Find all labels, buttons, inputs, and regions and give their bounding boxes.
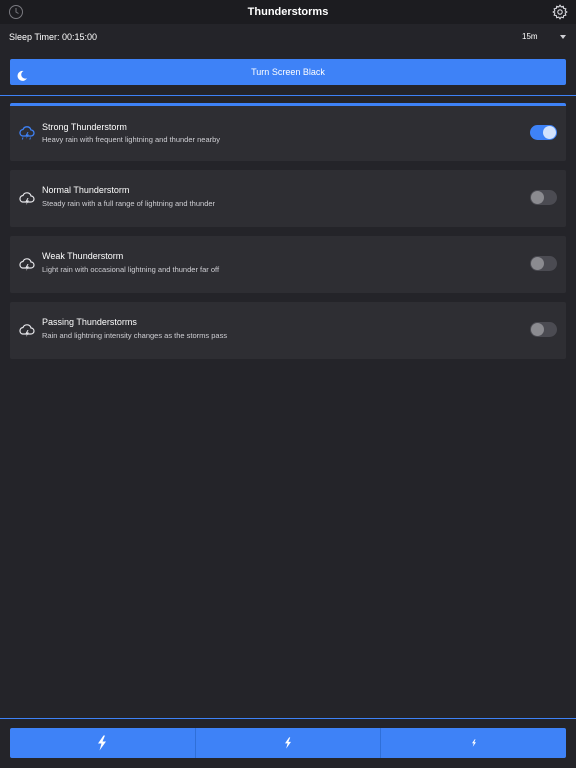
lightning-small-icon (471, 739, 476, 747)
sound-description: Rain and lightning intensity changes as … (42, 331, 228, 340)
lightning-large-icon (98, 735, 107, 751)
turn-screen-black-label: Turn Screen Black (251, 67, 325, 77)
app-window: Thunderstorms Sleep Timer: 00:15:00 15m … (0, 0, 576, 768)
list-item[interactable]: Strong Thunderstorm Heavy rain with freq… (10, 103, 566, 161)
sleep-timer-value: 15m (522, 32, 538, 41)
sleep-timer-row: Sleep Timer: 00:15:00 15m (0, 24, 576, 50)
divider (0, 95, 576, 96)
gear-icon[interactable] (552, 4, 568, 20)
storm-cloud-icon (18, 256, 36, 274)
lightning-medium-icon (285, 737, 291, 749)
intensity-bar (10, 728, 566, 758)
sound-list: Strong Thunderstorm Heavy rain with freq… (10, 103, 566, 368)
list-item[interactable]: Passing Thunderstorms Rain and lightning… (10, 302, 566, 359)
toggle-knob (531, 323, 544, 336)
toggle-knob (543, 126, 556, 139)
storm-cloud-icon (18, 190, 36, 208)
chevron-down-icon (560, 35, 566, 39)
intensity-medium-button[interactable] (194, 728, 381, 758)
sleep-timer-dropdown[interactable]: 15m (520, 29, 568, 45)
list-item[interactable]: Weak Thunderstorm Light rain with occasi… (10, 236, 566, 293)
sound-name: Weak Thunderstorm (42, 251, 124, 261)
sound-name: Strong Thunderstorm (42, 122, 127, 132)
toggle-knob (531, 191, 544, 204)
page-title: Thunderstorms (247, 6, 329, 18)
sound-description: Steady rain with a full range of lightni… (42, 199, 216, 208)
toggle-knob (531, 257, 544, 270)
sound-toggle[interactable] (530, 322, 557, 337)
storm-cloud-icon (18, 322, 36, 340)
turn-screen-black-button[interactable]: Turn Screen Black (10, 59, 566, 85)
list-item[interactable]: Normal Thunderstorm Steady rain with a f… (10, 170, 566, 227)
bottom-divider (0, 718, 576, 719)
sound-name: Passing Thunderstorms (42, 317, 137, 327)
sound-description: Light rain with occasional lightning and… (42, 265, 220, 274)
sound-toggle[interactable] (530, 125, 557, 140)
moon-icon (16, 66, 28, 81)
sound-toggle[interactable] (530, 256, 557, 271)
top-bar: Thunderstorms (0, 0, 576, 24)
sound-toggle[interactable] (530, 190, 557, 205)
sound-name: Normal Thunderstorm (42, 185, 130, 195)
intensity-weak-button[interactable] (380, 728, 566, 758)
storm-cloud-icon (18, 124, 36, 142)
sound-description: Heavy rain with frequent lightning and t… (42, 135, 221, 144)
sleep-timer-label: Sleep Timer: 00:15:00 (9, 32, 98, 42)
intensity-strong-button[interactable] (10, 728, 195, 758)
